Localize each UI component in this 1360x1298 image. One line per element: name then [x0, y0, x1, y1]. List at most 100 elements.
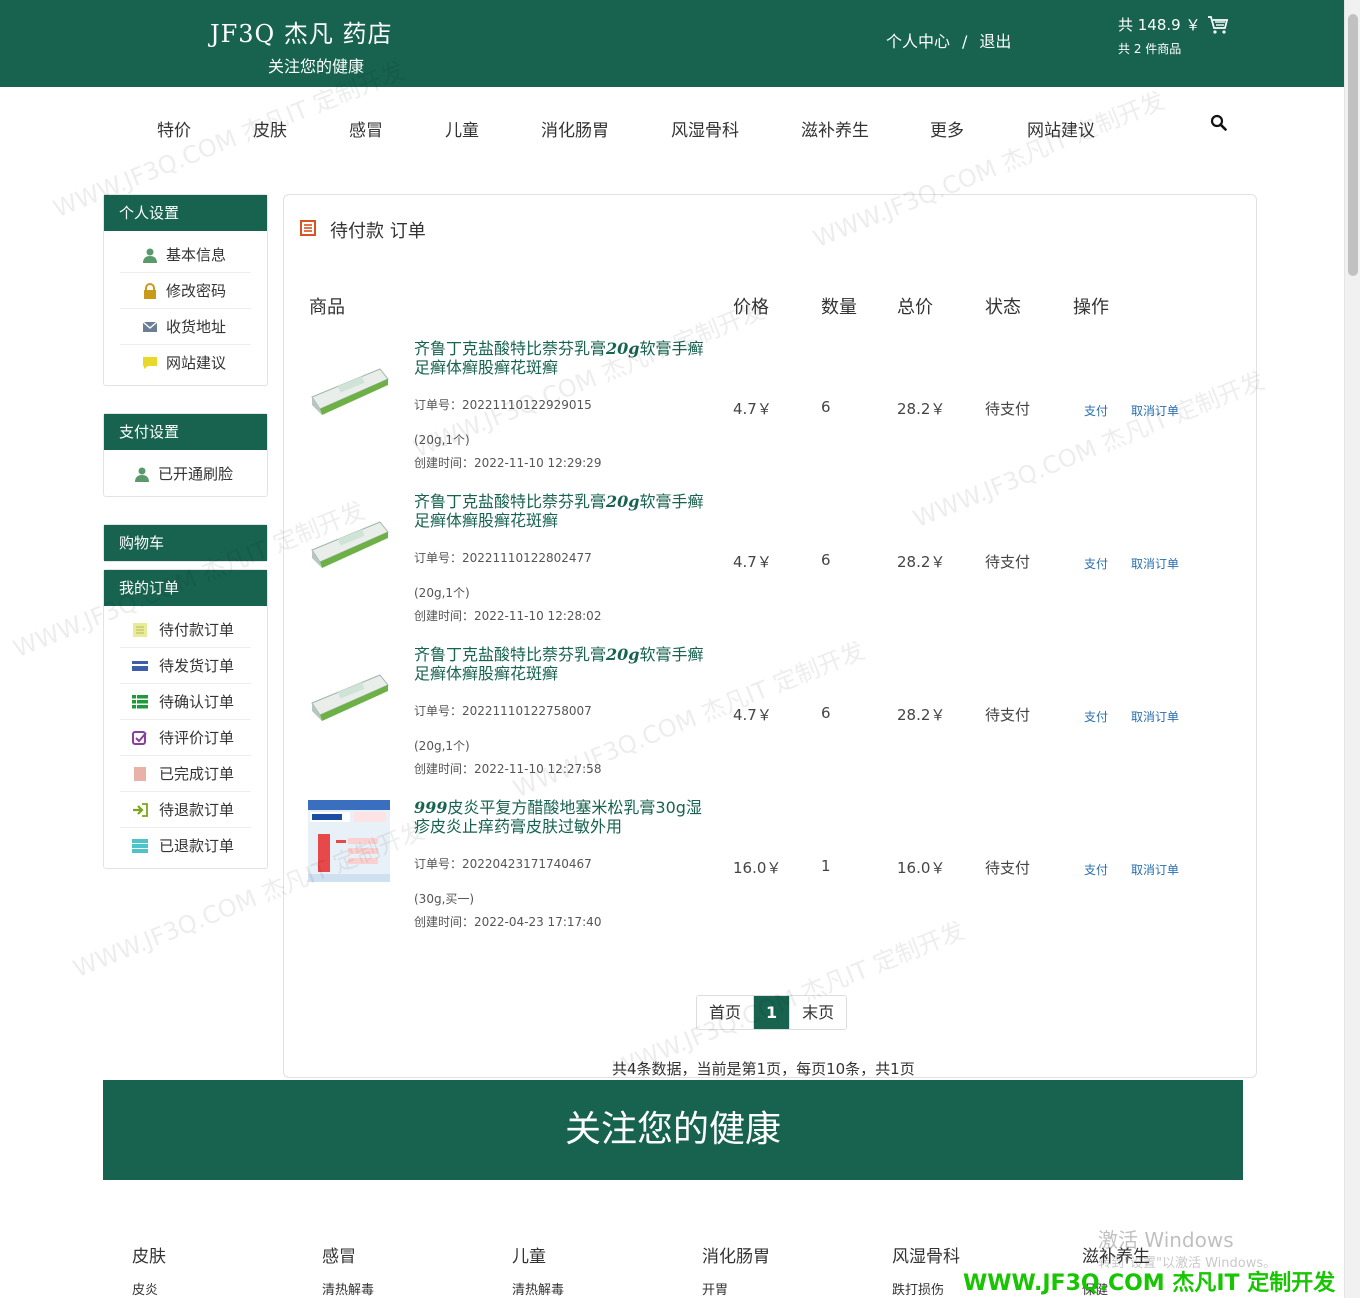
nav-item-digestion[interactable]: 消化肠胃 [541, 116, 609, 141]
lock-icon [144, 283, 156, 299]
footer-category-skin[interactable]: 皮肤 [132, 1242, 166, 1267]
page-title: 待付款 订单 [330, 221, 426, 242]
cart-panel[interactable]: 购物车 [103, 524, 268, 562]
product-name-link[interactable]: 齐鲁丁克盐酸特比萘芬乳膏20g软膏手癣足癣体癣股癣花斑癣 [414, 492, 714, 530]
envelope-icon [142, 321, 158, 332]
sidebar-item-face-pay[interactable]: 已开通刷脸 [112, 456, 251, 492]
stack-icon [132, 839, 148, 853]
order-quantity: 6 [821, 704, 831, 722]
order-spec: (20g,1个) [414, 433, 470, 447]
cart-icon[interactable] [1207, 15, 1229, 35]
nav-item-skin[interactable]: 皮肤 [253, 116, 287, 141]
footer-subcategory-link[interactable]: 皮炎 [132, 1279, 158, 1298]
column-header-product: 商品 [309, 297, 345, 318]
footer-subcategory-link[interactable]: 清热解毒 [512, 1279, 564, 1298]
order-total: 28.2￥ [897, 706, 946, 724]
product-name-spec: 20g [606, 492, 640, 511]
footer-category-children[interactable]: 儿童 [512, 1242, 546, 1267]
order-status: 待支付 [985, 859, 1031, 877]
pay-link[interactable]: 支付 [1084, 402, 1108, 419]
sidebar-item-pending-review[interactable]: 待评价订单 [120, 720, 251, 756]
nav-item-suggestion[interactable]: 网站建议 [1027, 116, 1095, 141]
order-quantity: 1 [821, 857, 831, 875]
logo-title[interactable]: JF3Q 杰凡 药店 [210, 14, 392, 49]
cancel-order-link[interactable]: 取消订单 [1131, 402, 1179, 419]
nav-item-cold[interactable]: 感冒 [349, 116, 383, 141]
sidebar-item-pending-refund[interactable]: 待退款订单 [120, 792, 251, 828]
order-created-time: 创建时间：2022-04-23 17:17:40 [414, 915, 602, 929]
order-status: 待支付 [985, 706, 1031, 724]
cancel-order-link[interactable]: 取消订单 [1131, 708, 1179, 725]
footer-subcategory-link[interactable]: 清热解毒 [322, 1279, 374, 1298]
sidebar-item-refunded[interactable]: 已退款订单 [120, 828, 251, 864]
payment-settings-panel: 支付设置 已开通刷脸 [103, 413, 268, 497]
scrollbar-thumb[interactable] [1348, 14, 1358, 276]
user-center-link[interactable]: 个人中心 [886, 28, 950, 52]
order-price: 4.7￥ [733, 706, 772, 724]
last-page-button[interactable]: 末页 [790, 996, 847, 1029]
order-total: 28.2￥ [897, 400, 946, 418]
product-image[interactable] [308, 800, 390, 882]
page-scrollbar[interactable] [1344, 0, 1360, 1298]
sidebar-item-address[interactable]: 收货地址 [120, 309, 251, 345]
order-quantity: 6 [821, 398, 831, 416]
cancel-order-link[interactable]: 取消订单 [1131, 861, 1179, 878]
product-name-link[interactable]: 齐鲁丁克盐酸特比萘芬乳膏20g软膏手癣足癣体癣股癣花斑癣 [414, 339, 714, 377]
order-number: 订单号：20221110122929015 [414, 398, 592, 412]
sidebar-item-basic-info[interactable]: 基本信息 [120, 237, 251, 273]
column-header-status: 状态 [985, 297, 1021, 318]
footer-subcategory-link[interactable]: 跌打损伤 [892, 1279, 944, 1298]
sidebar-item-suggestion[interactable]: 网站建议 [120, 345, 251, 381]
sidebar-item-pending-payment[interactable]: 待付款订单 [120, 612, 251, 648]
list-icon [133, 623, 147, 637]
order-number: 订单号：20220423171740467 [414, 857, 592, 871]
sidebar-item-pending-shipment[interactable]: 待发货订单 [120, 648, 251, 684]
product-image[interactable] [308, 655, 390, 737]
cancel-order-link[interactable]: 取消订单 [1131, 555, 1179, 572]
main-nav: 特价 皮肤 感冒 儿童 消化肠胃 风湿骨科 滋补养生 更多 网站建议 [0, 110, 1344, 144]
personal-settings-list: 基本信息 修改密码 收货地址 网站建议 [104, 231, 267, 385]
pay-link[interactable]: 支付 [1084, 555, 1108, 572]
top-header: JF3Q 杰凡 药店 关注您的健康 个人中心 / 退出 共 148.9 ￥ 共 2 … [0, 0, 1344, 87]
first-page-button[interactable]: 首页 [697, 996, 754, 1029]
nav-item-tonic[interactable]: 滋补养生 [801, 116, 869, 141]
order-created-time: 创建时间：2022-11-10 12:27:58 [414, 762, 602, 776]
order-price: 4.7￥ [733, 553, 772, 571]
nav-item-special[interactable]: 特价 [157, 116, 191, 141]
sidebar-item-change-password[interactable]: 修改密码 [120, 273, 251, 309]
user-icon [135, 467, 149, 482]
pay-link[interactable]: 支付 [1084, 861, 1108, 878]
pay-link[interactable]: 支付 [1084, 708, 1108, 725]
logo-subtitle: 关注您的健康 [268, 57, 365, 76]
footer-category-rheumatism[interactable]: 风湿骨科 [892, 1242, 960, 1267]
nav-item-more[interactable]: 更多 [930, 116, 964, 141]
logout-link[interactable]: 退出 [979, 28, 1011, 52]
product-name-text: 齐鲁丁克盐酸特比萘芬乳膏 [414, 492, 607, 511]
nav-item-children[interactable]: 儿童 [445, 116, 479, 141]
cart-total[interactable]: 共 148.9 ￥ [1118, 14, 1200, 35]
order-spec: (20g,1个) [414, 586, 470, 600]
product-name-link[interactable]: 999皮炎平复方醋酸地塞米松乳膏30g湿疹皮炎止痒药膏皮肤过敏外用 [414, 798, 714, 836]
current-page-button[interactable]: 1 [753, 996, 791, 1029]
product-image[interactable] [308, 502, 390, 584]
sidebar-item-pending-confirm[interactable]: 待确认订单 [120, 684, 251, 720]
sidebar-item-label: 收货地址 [166, 318, 227, 336]
product-image[interactable] [308, 349, 390, 431]
footer-subcategory-link[interactable]: 开胃 [702, 1279, 728, 1298]
link-separator: / [962, 32, 968, 51]
sidebar-item-label: 待发货订单 [159, 657, 235, 675]
product-name-spec: 20g [606, 339, 640, 358]
order-number: 订单号：20221110122802477 [414, 551, 592, 565]
cart-title[interactable]: 购物车 [104, 525, 267, 561]
footer-category-cold[interactable]: 感冒 [322, 1242, 356, 1267]
sidebar-item-completed[interactable]: 已完成订单 [120, 756, 251, 792]
column-header-action: 操作 [1073, 297, 1109, 318]
order-created-time: 创建时间：2022-11-10 12:28:02 [414, 609, 602, 623]
order-price: 16.0￥ [733, 859, 782, 877]
nav-item-rheumatism[interactable]: 风湿骨科 [671, 116, 739, 141]
comment-icon [143, 357, 157, 369]
user-icon [143, 248, 157, 263]
product-name-link[interactable]: 齐鲁丁克盐酸特比萘芬乳膏20g软膏手癣足癣体癣股癣花斑癣 [414, 645, 714, 683]
search-icon[interactable] [1210, 114, 1228, 132]
footer-category-digestion[interactable]: 消化肠胃 [702, 1242, 770, 1267]
